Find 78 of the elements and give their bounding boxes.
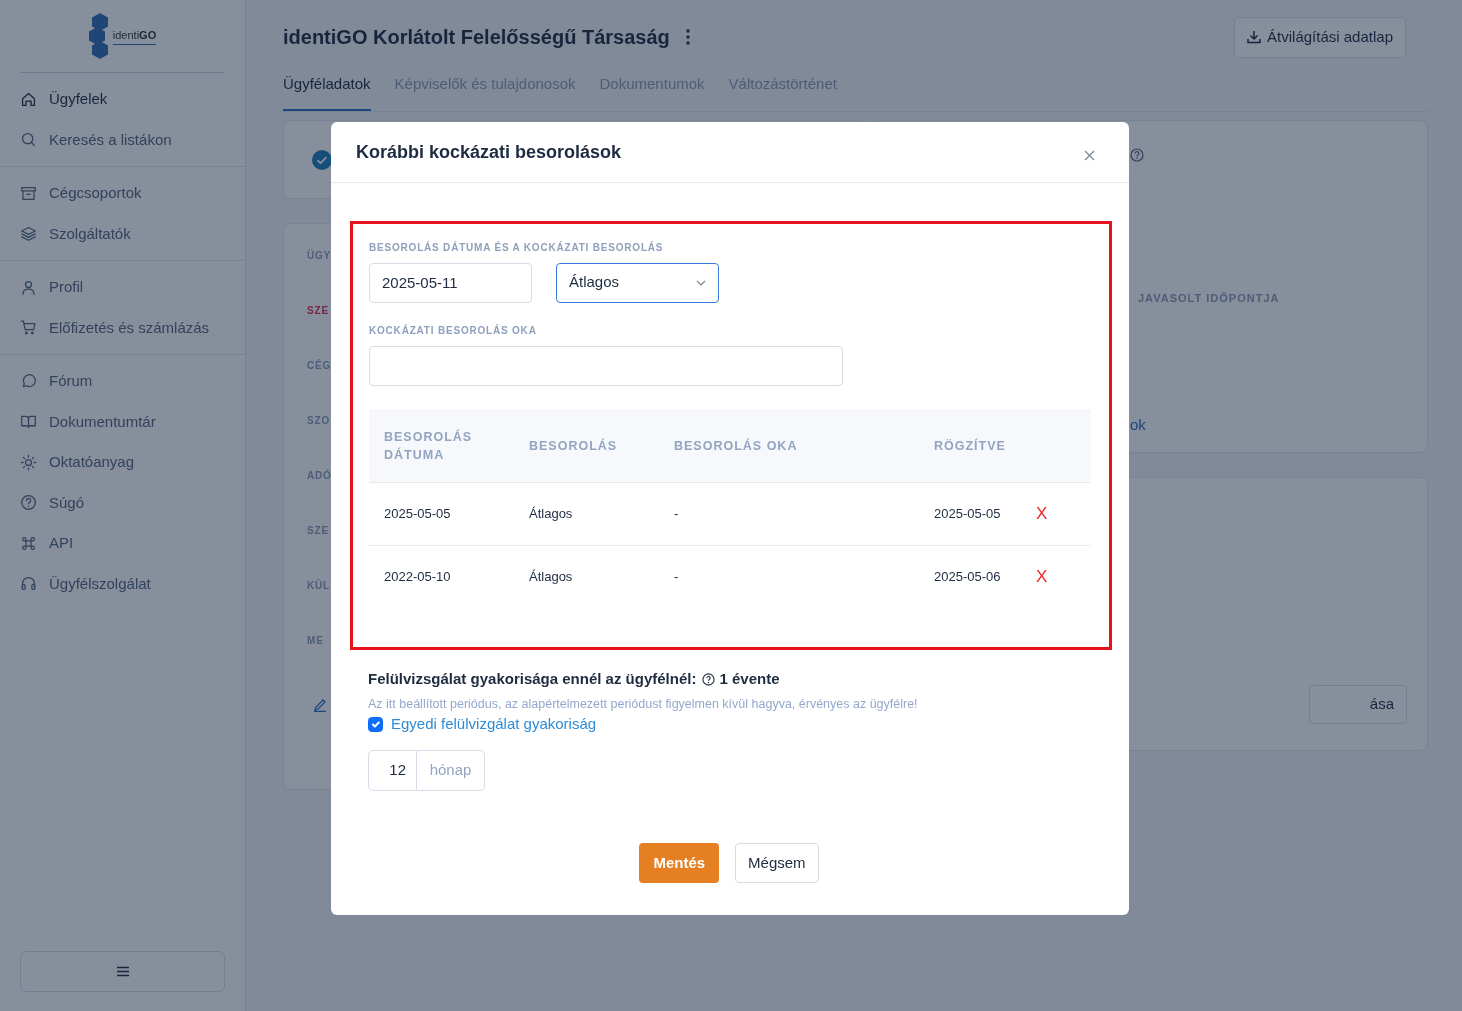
sidebar-item[interactable]: Ügyfélszolgálat: [0, 563, 245, 604]
command-icon: [20, 534, 37, 552]
company-title: identiGO Korlátolt Felelősségű Társaság: [283, 25, 670, 50]
date-field[interactable]: 2025-05-11: [369, 262, 532, 303]
menu-toggle-button[interactable]: [20, 951, 225, 992]
chevron-down-icon: [696, 279, 706, 286]
cancel-button[interactable]: Mégsem: [735, 842, 819, 883]
delete-button[interactable]: X: [1035, 501, 1048, 527]
field-label: KOCKÁZATI BESOROLÁS OKA: [369, 323, 538, 338]
download-icon: [1247, 30, 1262, 45]
home-icon: [20, 90, 37, 108]
column-header: BESOROLÁS: [514, 410, 659, 483]
menu-icon: [115, 966, 130, 977]
help-icon: [20, 494, 37, 512]
unit-label: hónap: [417, 749, 485, 791]
review-frequency-label: Felülvizsgálat gyakorisága ennél az ügyfélnél:: [368, 669, 697, 690]
table-cell: 2022-05-10: [369, 545, 514, 608]
download-button[interactable]: Átvilágítási adatlap: [1234, 17, 1406, 58]
more-options-icon[interactable]: [685, 29, 690, 46]
delete-button[interactable]: X: [1035, 563, 1048, 590]
sidebar-item[interactable]: Ügyfelek: [0, 79, 245, 120]
close-icon[interactable]: [1084, 150, 1095, 162]
sidebar-item[interactable]: API: [0, 523, 245, 564]
sidebar-item[interactable]: Szolgáltatók: [0, 213, 245, 254]
table-cell: Átlagos: [514, 482, 659, 546]
save-button[interactable]: Mentés: [639, 842, 720, 883]
sun-icon: [20, 453, 37, 471]
sidebar-item[interactable]: Súgó: [0, 482, 245, 523]
user-icon: [20, 278, 37, 296]
modal-title: Korábbi kockázati besorolások: [356, 142, 622, 164]
table-cell: 2025-05-06: [919, 545, 1021, 608]
reason-field[interactable]: [369, 345, 843, 386]
chat-bubble-icon: [20, 372, 37, 390]
review-frequency-value: 1 évente: [719, 669, 780, 690]
table-cell: -: [659, 545, 919, 608]
layers-icon: [20, 225, 37, 243]
table-cell: -: [659, 482, 919, 546]
tab[interactable]: Ügyféladatok: [283, 65, 371, 111]
hexagon-logo-icon: [88, 13, 111, 59]
column-header: BESOROLÁS OKA: [659, 410, 919, 483]
field-label: SZE: [307, 304, 329, 318]
sidebar-item[interactable]: Dokumentumtár: [0, 401, 245, 442]
table-cell: Átlagos: [514, 545, 659, 608]
field-label: SZO: [307, 414, 330, 428]
field-label: CÉG: [307, 358, 332, 373]
hint-text: Az itt beállított periódus, az alapértelmezett periódust figyelmen kívül hagyva, érvényes az ügyfélre!: [368, 695, 919, 713]
field-label: KÜL: [307, 578, 330, 593]
checkbox-label[interactable]: Egyedi felülvizgálat gyakoriság: [391, 713, 597, 736]
field-label: SZE: [307, 524, 329, 538]
help-icon[interactable]: [702, 672, 716, 686]
sidebar-item[interactable]: Keresés a listákon: [0, 119, 245, 160]
sidebar-item[interactable]: Oktatóanyag: [0, 442, 245, 483]
sidebar-item[interactable]: Cégcsoportok: [0, 173, 245, 214]
action-button[interactable]: ása: [1308, 685, 1407, 724]
book-icon: [20, 413, 37, 431]
months-field[interactable]: 12: [368, 749, 417, 791]
sidebar-item[interactable]: Előfizetés és számlázás: [0, 307, 245, 348]
field-label: ADÓ: [307, 468, 332, 483]
table-cell: 2025-05-05: [369, 482, 514, 546]
archive-icon: [20, 184, 37, 202]
custom-frequency-checkbox[interactable]: [368, 717, 383, 733]
help-icon: [1130, 148, 1144, 163]
field-label: ÜGY: [307, 248, 332, 263]
logo-text: identiGO: [112, 27, 157, 45]
field-label: JAVASOLT IDŐPONTJA: [1138, 290, 1281, 306]
sidebar-item[interactable]: Fórum: [0, 361, 245, 402]
table-cell: 2025-05-05: [919, 482, 1021, 546]
cart-icon: [20, 319, 37, 337]
field-label: ME: [307, 634, 324, 648]
sidebar-item[interactable]: Profil: [0, 267, 245, 308]
pencil-icon[interactable]: [313, 698, 327, 712]
field-label: BESOROLÁS DÁTUMA ÉS A KOCKÁZATI BESOROLÁS: [369, 240, 665, 255]
link[interactable]: ok: [1130, 414, 1146, 437]
search-icon: [20, 131, 37, 149]
rating-select[interactable]: Átlagos: [556, 262, 719, 303]
column-header: RÖGZÍTVE: [919, 410, 1021, 483]
column-header: BESOROLÁS DÁTUMA: [369, 410, 514, 483]
headset-icon: [20, 575, 37, 593]
